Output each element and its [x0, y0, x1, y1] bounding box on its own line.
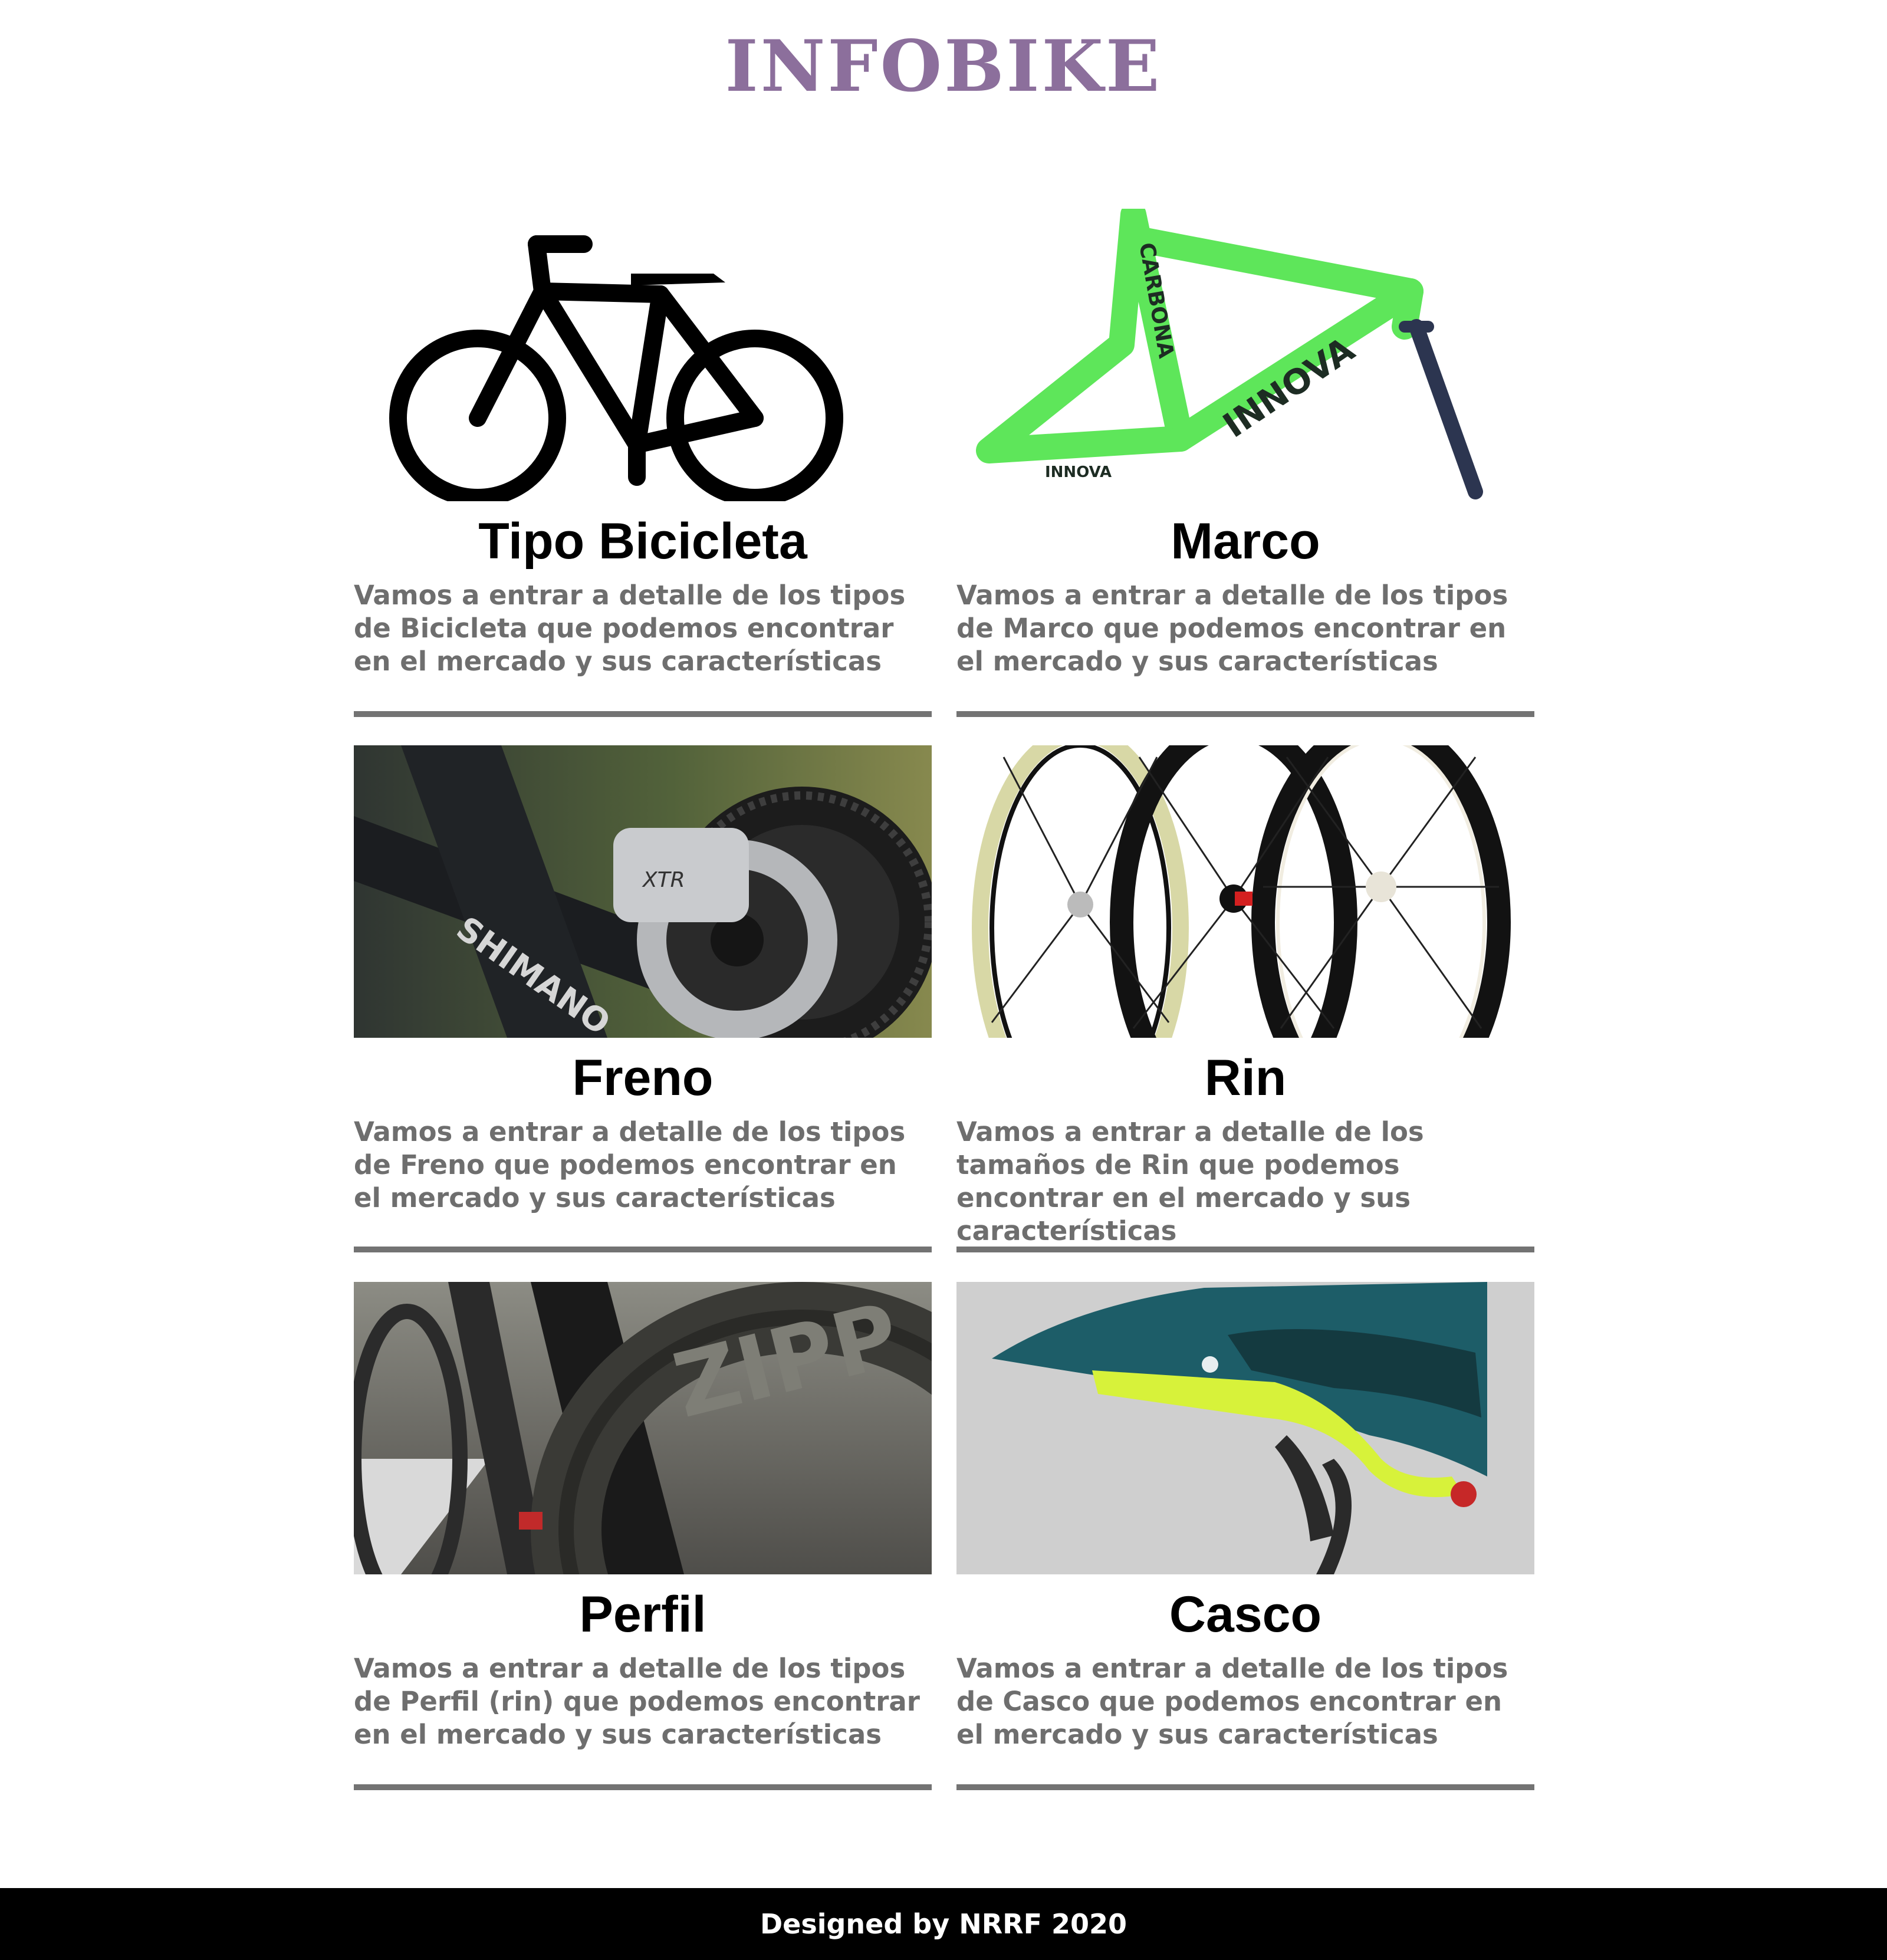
card-marco[interactable]: INNOVA CARBONA INNOVA Marco Vamos a entr… [956, 209, 1534, 728]
rim-profile-photo[interactable]: ZIPP [354, 1282, 932, 1574]
footer: Designed by NRRF 2020 [0, 1888, 1887, 1960]
card-description: Vamos a entrar a detalle de los tipos de… [956, 580, 1508, 677]
card-title: Perfil [579, 1586, 706, 1643]
card-divider [956, 711, 1534, 717]
svg-text:INNOVA: INNOVA [1045, 463, 1112, 481]
card-title: Casco [1169, 1586, 1322, 1643]
card-rin[interactable]: Rin Vamos a entrar a detalle de los tama… [956, 745, 1534, 1264]
card-description: Vamos a entrar a detalle de los tamaños … [956, 1116, 1424, 1247]
card-perfil[interactable]: ZIPP Perfil Vamos a entrar a detalle de … [354, 1282, 932, 1801]
card-description: Vamos a entrar a detalle de los tipos de… [354, 1653, 920, 1750]
wheels-photo[interactable] [956, 745, 1534, 1038]
card-divider [956, 1247, 1534, 1252]
card-divider [354, 1247, 932, 1252]
bicycle-icon[interactable] [354, 209, 932, 501]
card-description: Vamos a entrar a detalle de los tipos de… [354, 1116, 906, 1214]
bike-frame-photo[interactable]: INNOVA CARBONA INNOVA [956, 209, 1534, 501]
card-casco[interactable]: Casco Vamos a entrar a detalle de los ti… [956, 1282, 1534, 1801]
card-description: Vamos a entrar a detalle de los tipos de… [956, 1653, 1508, 1750]
card-divider [354, 1784, 932, 1790]
card-divider [354, 711, 932, 717]
card-tipo-bicicleta[interactable]: Tipo Bicicleta Vamos a entrar a detalle … [354, 209, 932, 728]
card-description: Vamos a entrar a detalle de los tipos de… [354, 580, 906, 677]
helmet-photo[interactable] [956, 1282, 1534, 1574]
card-title: Tipo Bicicleta [478, 513, 807, 570]
card-title: Rin [1204, 1050, 1287, 1106]
site-title: INFOBIKE [725, 25, 1162, 108]
footer-credit: Designed by NRRF 2020 [760, 1908, 1127, 1940]
svg-text:XTR: XTR [642, 868, 685, 892]
disc-brake-photo[interactable]: XTR SHIMANO [354, 745, 932, 1038]
card-freno[interactable]: XTR SHIMANO Freno Vamos a entrar a detal… [354, 745, 932, 1264]
card-divider [956, 1784, 1534, 1790]
card-title: Freno [572, 1050, 714, 1106]
card-title: Marco [1171, 513, 1320, 570]
